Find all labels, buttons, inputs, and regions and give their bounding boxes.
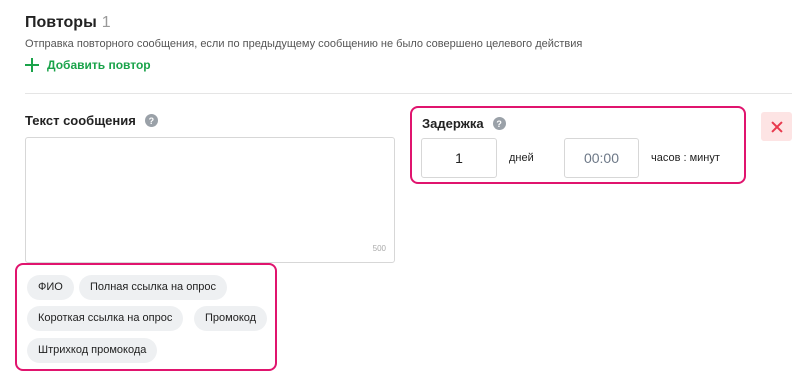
time-unit-label: часов : минут (651, 152, 720, 164)
delay-section: Задержка ? дней часов : минут (410, 106, 746, 184)
tag-fio[interactable]: ФИО (27, 275, 74, 300)
add-repeat-label: Добавить повтор (47, 58, 151, 72)
plus-icon (25, 58, 39, 72)
delay-time-input[interactable] (564, 138, 639, 178)
tag-short-survey-link[interactable]: Короткая ссылка на опрос (27, 306, 184, 331)
section-title: Повторы (25, 14, 97, 31)
repeat-count: 1 (101, 14, 111, 31)
delete-repeat-button[interactable] (761, 112, 792, 141)
section-header: Повторы 1 (25, 14, 111, 32)
delay-label: Задержка ? (422, 116, 506, 131)
tag-promocode-barcode[interactable]: Штрихкод промокода (27, 338, 158, 363)
close-icon (771, 121, 783, 133)
help-icon[interactable]: ? (144, 114, 158, 127)
tag-full-survey-link[interactable]: Полная ссылка на опрос (79, 275, 228, 300)
message-textarea[interactable]: 500 (25, 137, 395, 263)
delay-days-input[interactable] (421, 138, 497, 178)
delay-label-text: Задержка (422, 116, 484, 131)
variable-tags: ФИО Полная ссылка на опрос Короткая ссыл… (15, 263, 277, 371)
message-label: Текст сообщения ? (25, 113, 158, 128)
tag-promocode[interactable]: Промокод (194, 306, 268, 331)
divider (25, 93, 792, 94)
days-unit-label: дней (509, 152, 534, 164)
message-label-text: Текст сообщения (25, 113, 136, 128)
char-limit: 500 (372, 244, 386, 253)
help-icon[interactable]: ? (492, 117, 506, 130)
add-repeat-button[interactable]: Добавить повтор (25, 58, 151, 72)
section-subtitle: Отправка повторного сообщения, если по п… (25, 38, 583, 50)
